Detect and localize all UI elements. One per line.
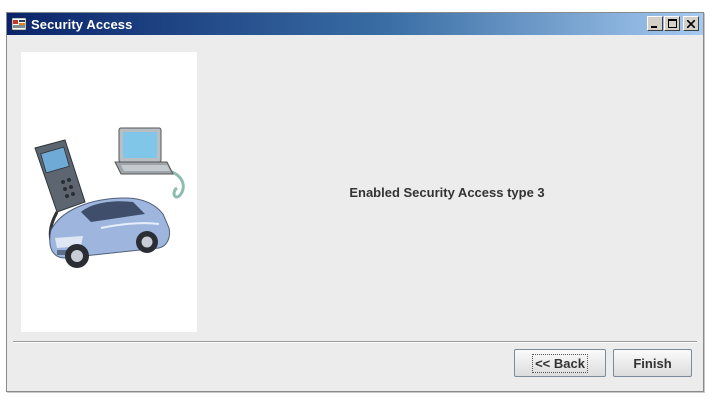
finish-button[interactable]: Finish bbox=[613, 349, 692, 377]
back-button[interactable]: << Back bbox=[514, 349, 606, 377]
status-message: Enabled Security Access type 3 bbox=[349, 185, 545, 200]
window-controls bbox=[647, 16, 699, 31]
back-button-label: << Back bbox=[532, 353, 588, 373]
scan-tool-laptop-car-illustration bbox=[34, 127, 185, 268]
title-bar[interactable]: Security Access bbox=[7, 13, 703, 35]
footer-divider bbox=[13, 341, 697, 343]
window-title: Security Access bbox=[31, 16, 133, 32]
minimize-icon[interactable] bbox=[647, 16, 663, 31]
security-access-window: Security Access Enabled Security Access … bbox=[6, 12, 704, 392]
finish-button-label: Finish bbox=[633, 355, 672, 371]
maximize-icon[interactable] bbox=[664, 16, 680, 31]
illustration-panel bbox=[21, 52, 197, 332]
close-icon[interactable] bbox=[683, 16, 699, 31]
app-icon bbox=[11, 16, 27, 32]
